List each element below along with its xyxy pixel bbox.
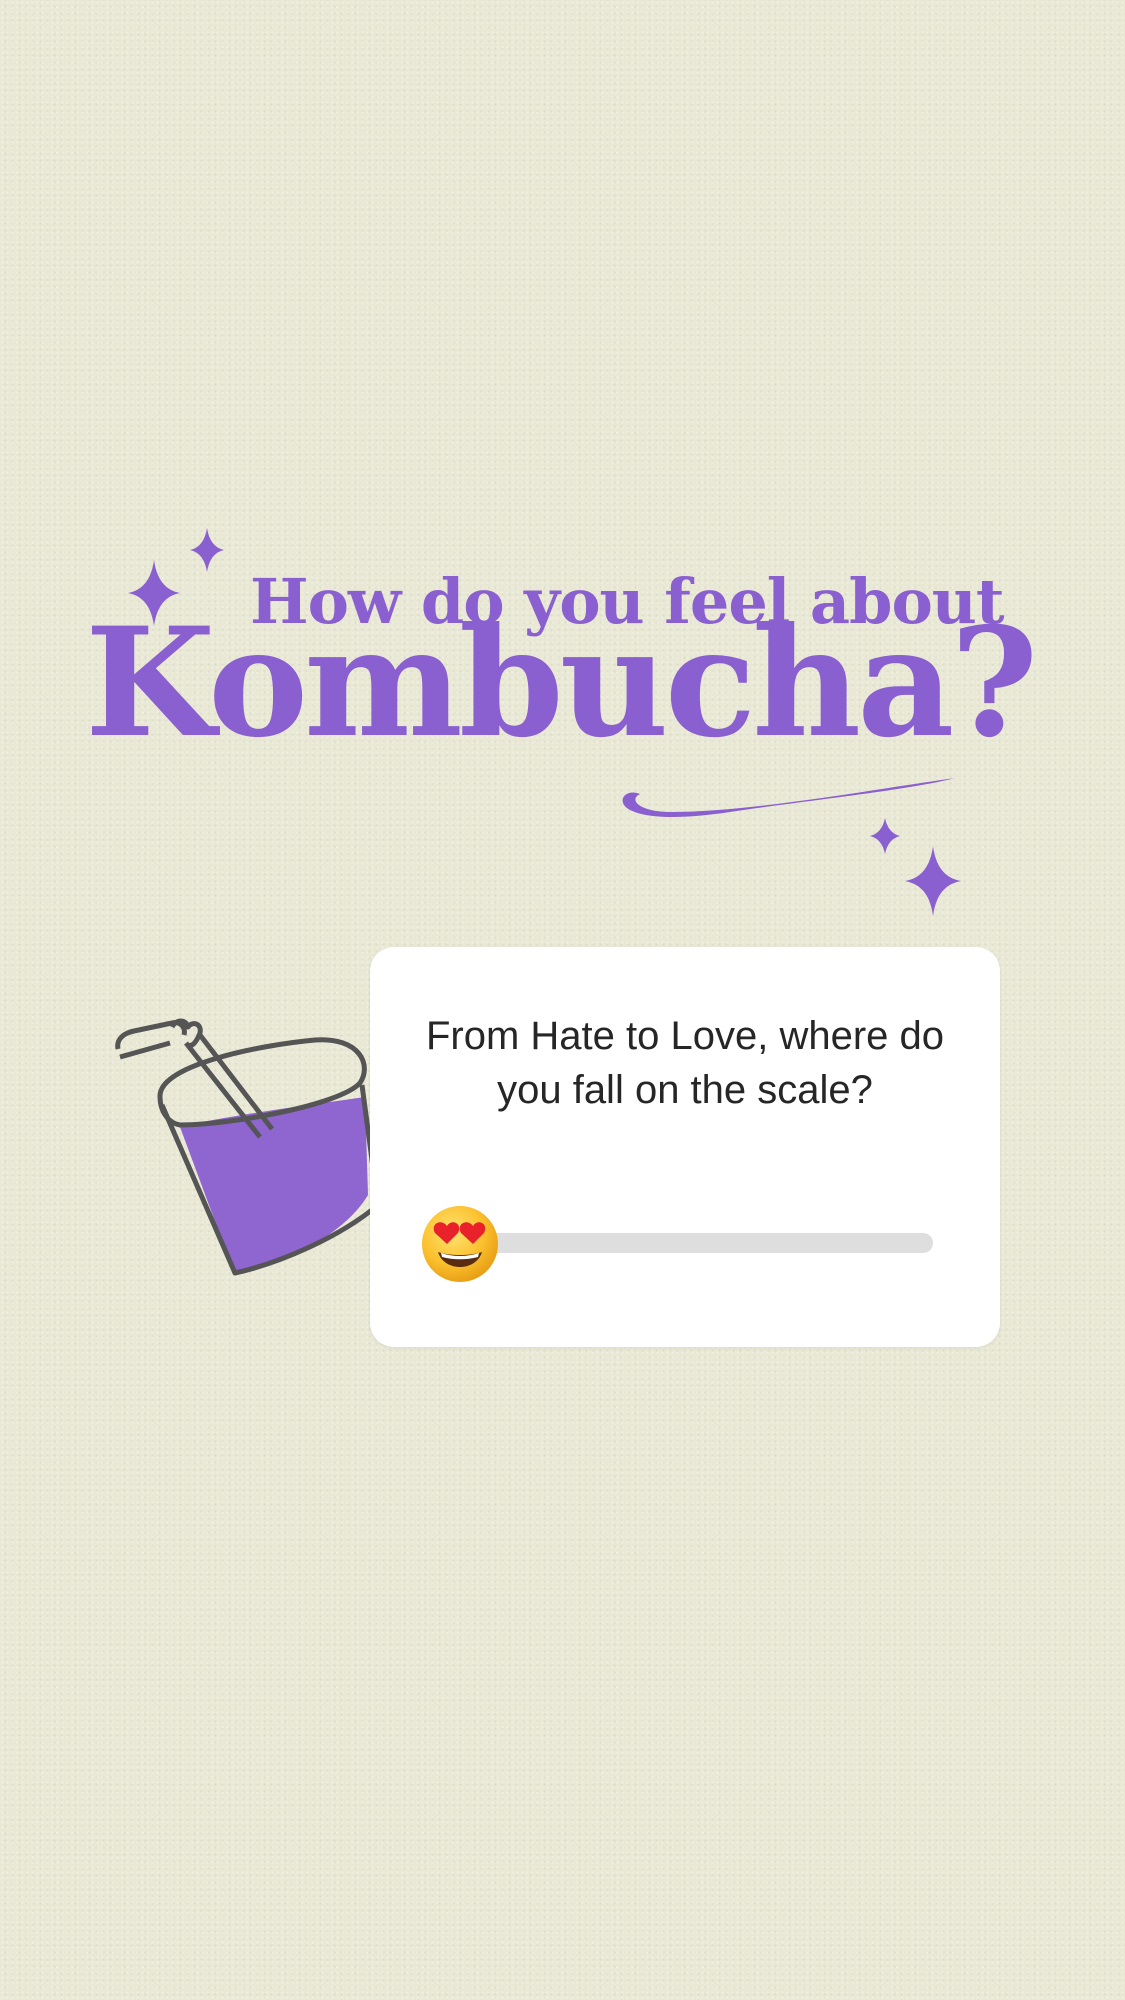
kombucha-cup-illustration [115, 1018, 380, 1276]
emoji-slider-card: From Hate to Love, where do you fall on … [370, 947, 1000, 1347]
slider-track[interactable] [460, 1233, 933, 1253]
sparkle-icon [905, 846, 961, 916]
title-swash-decoration [622, 778, 955, 817]
slider-question: From Hate to Love, where do you fall on … [425, 1014, 945, 1112]
sparkle-icon [190, 528, 224, 572]
heart-eyes-emoji-icon[interactable] [420, 1204, 500, 1284]
heading-title: Kombucha? [85, 595, 1038, 771]
